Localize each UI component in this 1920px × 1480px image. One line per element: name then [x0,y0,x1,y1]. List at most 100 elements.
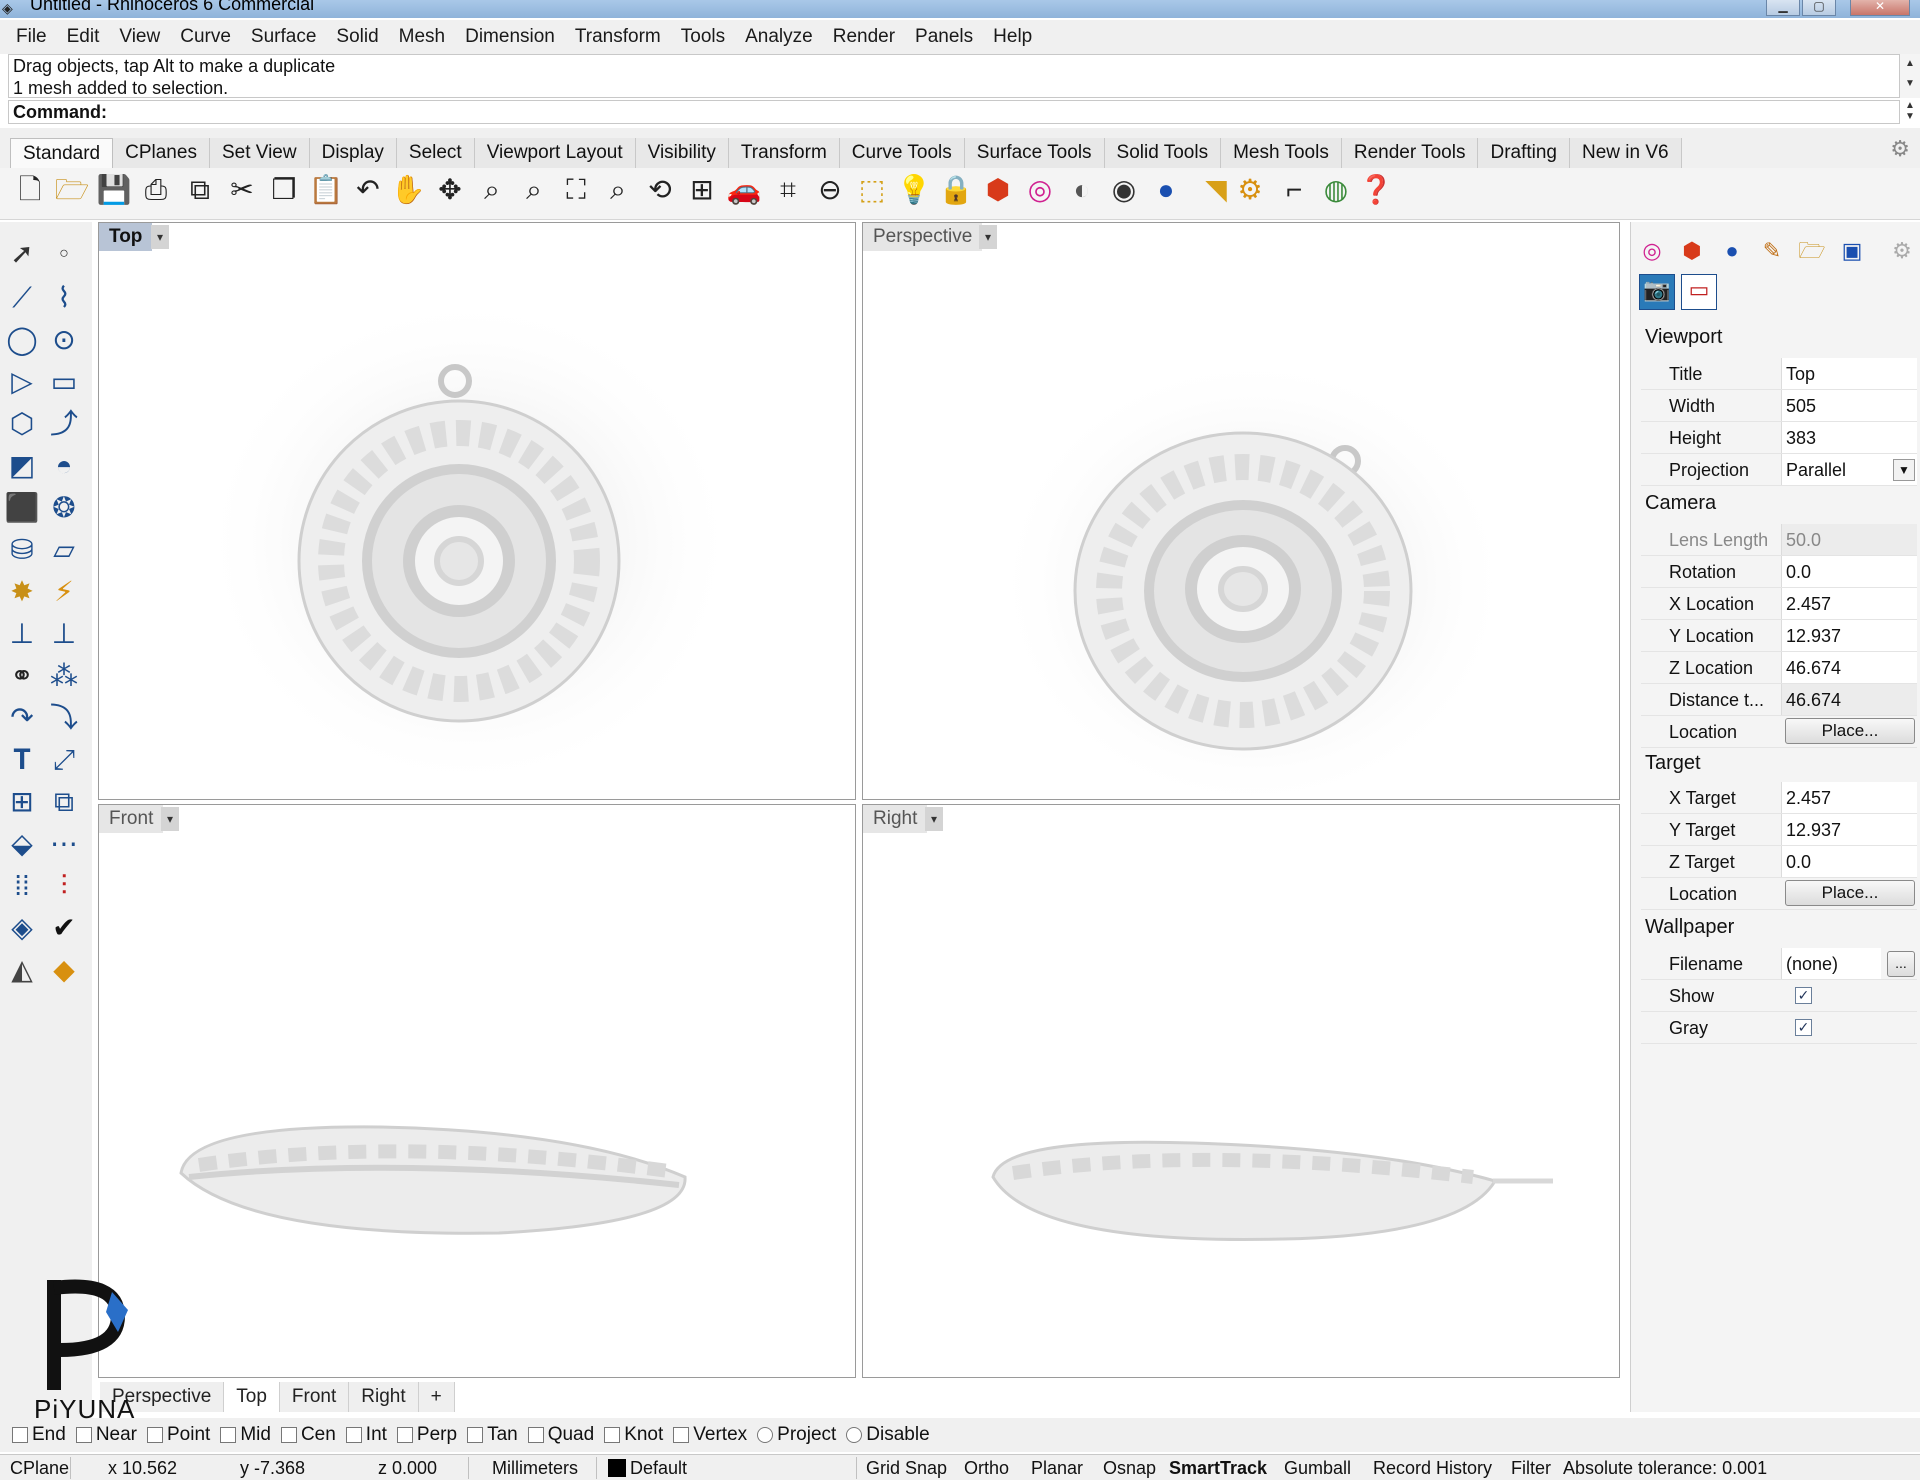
osnap-mid[interactable]: Mid [220,1424,271,1446]
menu-curve[interactable]: Curve [170,26,241,48]
split-icon[interactable]: ⚡ [46,574,82,610]
tab-curve-tools[interactable]: Curve Tools [839,138,965,168]
show-checkbox[interactable]: ✓ [1795,987,1812,1004]
osnap-end[interactable]: End [12,1424,66,1446]
z-target-field[interactable]: 0.0 [1781,846,1917,877]
command-input[interactable]: Command: [8,100,1900,124]
pendant-model-front[interactable] [99,805,856,1378]
light-icon[interactable]: 💡 [896,172,932,208]
tab-display[interactable]: Display [309,138,397,168]
checkbox[interactable] [345,1427,362,1443]
z-location-field[interactable]: 46.674 [1781,652,1917,683]
car-icon[interactable]: 🚗 [726,172,762,208]
minimize-button[interactable]: ▁ [1766,0,1800,16]
tab-transform[interactable]: Transform [728,138,840,168]
tab-new-in-v6[interactable]: New in V6 [1570,138,1682,168]
checkbox[interactable] [604,1427,621,1443]
layer-icon[interactable]: ⬚ [854,172,890,208]
wireframe-sphere-icon[interactable]: ◉ [1106,172,1142,208]
y-target-field[interactable]: 12.937 [1781,814,1917,845]
add-viewport-icon[interactable]: + [418,1382,455,1412]
cylinder-icon[interactable]: ⛁ [4,532,40,568]
polyline-icon[interactable]: ⟋ [4,280,40,316]
lock-icon[interactable]: 🔒 [938,172,974,208]
status-cplane[interactable]: CPlane [10,1455,69,1480]
panel-gear-icon[interactable]: ⚙ [1887,236,1917,266]
menu-tools[interactable]: Tools [671,26,735,48]
tab-solid-tools[interactable]: Solid Tools [1104,138,1222,168]
pendant-model-top[interactable] [99,223,856,800]
camera-place-button[interactable]: Place... [1785,718,1915,744]
save-icon[interactable]: 💾 [96,172,132,208]
four-viewports-icon[interactable]: ⊞ [684,172,720,208]
vtab-front[interactable]: Front [279,1382,350,1412]
group-icon[interactable]: ⁂ [46,658,82,694]
block-icon[interactable]: ⬙ [4,826,40,862]
options-icon[interactable]: ⚙ [1232,172,1268,208]
x-target-field[interactable]: 2.457 [1781,782,1917,813]
height-field[interactable]: 383 [1781,422,1917,453]
osnap-point[interactable]: Point [147,1424,210,1446]
pendant-model-perspective[interactable] [863,223,1620,800]
rotate-view-icon[interactable]: ✥ [432,172,468,208]
osnap-near[interactable]: Near [75,1424,137,1446]
tab-visibility[interactable]: Visibility [635,138,729,168]
render-sphere-icon[interactable]: ● [1148,172,1184,208]
tab-drafting[interactable]: Drafting [1478,138,1570,168]
checkbox[interactable] [220,1427,237,1443]
paste-icon[interactable]: 📋 [308,172,344,208]
checkbox[interactable] [673,1427,690,1443]
cplane-icon[interactable]: ⊖ [812,172,848,208]
render-preview-icon[interactable]: ◭ [4,952,40,988]
vtab-top[interactable]: Top [224,1382,280,1412]
viewport-top[interactable]: Top ▾ [98,222,856,800]
checkbox[interactable] [280,1427,297,1443]
tab-viewport-layout[interactable]: Viewport Layout [474,138,636,168]
tab-surface-tools[interactable]: Surface Tools [964,138,1105,168]
status-ortho[interactable]: Ortho [964,1455,1009,1480]
camera-icon[interactable]: 📷 [1639,274,1675,310]
status-units[interactable]: Millimeters [492,1455,578,1480]
rectangle-icon[interactable]: ▭ [46,364,82,400]
menu-transform[interactable]: Transform [565,26,671,48]
chamfer-icon[interactable]: ⤵ [46,700,82,736]
checkbox[interactable] [467,1427,484,1443]
arc-icon[interactable]: ▷ [4,364,40,400]
status-gumball[interactable]: Gumball [1284,1455,1351,1480]
status-osnap[interactable]: Osnap [1103,1455,1156,1480]
osnap-quad[interactable]: Quad [527,1424,594,1446]
menu-edit[interactable]: Edit [57,26,110,48]
viewport-properties-icon[interactable]: ▭ [1681,274,1717,310]
color-icon[interactable]: ◎ [1022,172,1058,208]
new-icon[interactable]: 🗋 [12,172,48,208]
osnap-vertex[interactable]: Vertex [673,1424,747,1446]
grid-icon[interactable]: ⌗ [770,172,806,208]
globe-icon[interactable]: ◍ [1318,172,1354,208]
menu-file[interactable]: File [6,26,57,48]
rotation-field[interactable]: 0.0 [1781,556,1917,587]
zoom-icon[interactable]: ⌕ [474,172,510,208]
panel-tab-color-icon[interactable]: ◎ [1637,236,1667,266]
zoom-window-icon[interactable]: ⌕ [516,172,552,208]
dimension-icon[interactable]: ⤢ [46,742,82,778]
zoom-extents-icon[interactable]: ⛶ [558,172,594,208]
panel-tab-brush-icon[interactable]: ✎ [1757,236,1787,266]
osnap-knot[interactable]: Knot [604,1424,663,1446]
gray-checkbox[interactable]: ✓ [1795,1019,1812,1036]
toolbar-gear-icon[interactable]: ⚙ [1890,136,1910,162]
viewport-right[interactable]: Right ▾ [862,804,1620,1378]
tab-standard[interactable]: Standard [10,138,114,168]
pendant-model-right[interactable] [863,805,1620,1378]
fillet-curve-icon[interactable]: ⤴ [46,406,82,442]
box-icon[interactable]: ⬛ [4,490,40,526]
undo-view-icon[interactable]: ⟲ [642,172,678,208]
checkbox[interactable] [757,1427,774,1443]
checkbox[interactable] [12,1427,28,1443]
history-scrollbar[interactable]: ▲ ▼ [1900,54,1920,98]
x-location-field[interactable]: 2.457 [1781,588,1917,619]
osnap-disable[interactable]: Disable [846,1424,930,1446]
curve-icon[interactable]: ⌇ [46,280,82,316]
title-field[interactable]: Top [1781,358,1917,389]
panel-tab-help-icon[interactable]: ▣ [1837,236,1867,266]
extend-icon[interactable]: ⊥ [46,616,82,652]
